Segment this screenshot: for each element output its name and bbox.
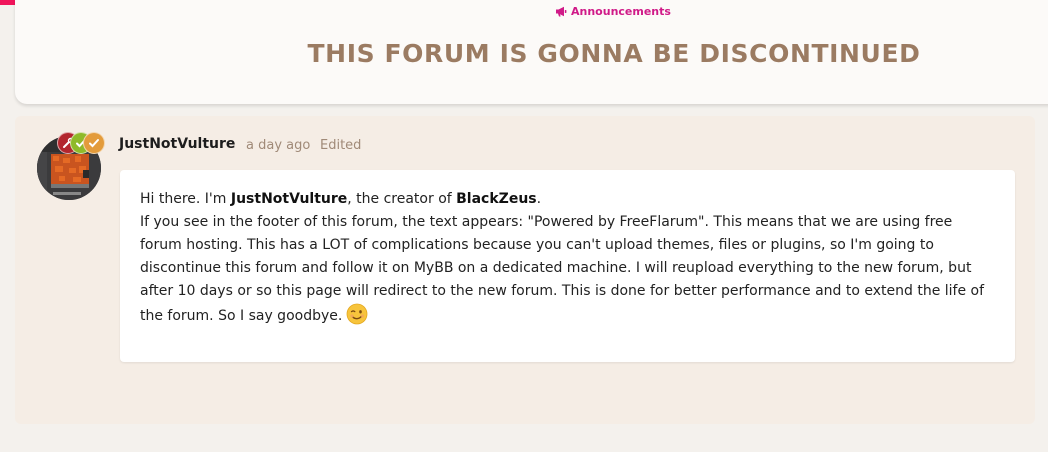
tag-announcements[interactable]: Announcements (553, 3, 673, 19)
post-body: Hi there. I'm JustNotVulture, the creato… (120, 170, 1015, 362)
post-greeting: Hi there. I'm JustNotVulture, the creato… (140, 191, 542, 207)
post: JustNotVulture a day ago Edited Hi there… (15, 116, 1035, 424)
winking-face-emoji (346, 303, 368, 325)
post-edited[interactable]: Edited (320, 138, 361, 153)
project-name: BlackZeus (456, 191, 537, 207)
tag-label: Announcements (571, 4, 671, 18)
discussion-hero: Announcements THIS FORUM IS GONNA BE DIS… (15, 0, 1048, 104)
discussion-title: THIS FORUM IS GONNA BE DISCONTINUED (307, 39, 921, 68)
post-author[interactable]: JustNotVulture (119, 136, 235, 152)
check-icon[interactable] (83, 132, 105, 154)
bullhorn-icon (556, 6, 567, 16)
post-paragraph: If you see in the footer of this forum, … (140, 214, 985, 325)
user-badges (57, 132, 109, 156)
post-time[interactable]: a day ago (246, 138, 310, 153)
author-mention: JustNotVulture (230, 191, 348, 207)
